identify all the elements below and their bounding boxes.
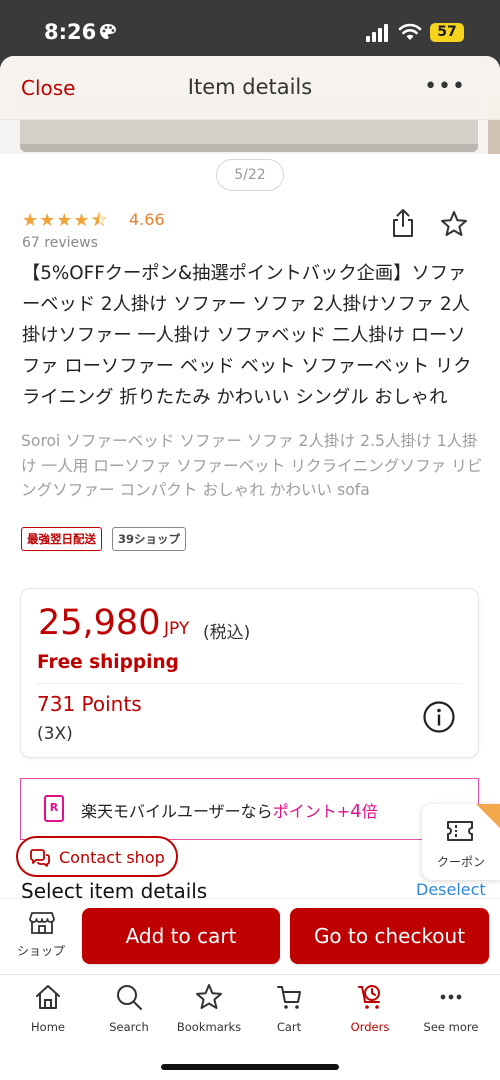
bottom-tab-bar: Home Search Bookmarks Cart Orders See mo… <box>0 974 500 1080</box>
rating-row[interactable]: ★★★★⯪ 4.66 <box>22 208 165 232</box>
status-time: 8:26 <box>44 20 97 44</box>
coupon-label: クーポン <box>436 855 485 869</box>
mobile-banner-suffix: 倍 <box>361 802 378 821</box>
price-card: 25,980 JPY (税込) Free shipping 731 Points… <box>20 588 479 758</box>
tab-orders[interactable]: Orders <box>330 983 410 1043</box>
free-shipping-label: Free shipping <box>37 652 179 673</box>
go-to-checkout-button[interactable]: Go to checkout <box>290 908 489 964</box>
rating-value: 4.66 <box>129 210 165 229</box>
shop-button[interactable]: ショップ <box>10 909 72 959</box>
mobile-banner-prefix: 楽天モバイルユーザーなら <box>81 802 273 821</box>
price-amount: 25,980 <box>38 603 161 643</box>
tab-search[interactable]: Search <box>89 983 169 1043</box>
star-icon <box>196 984 222 1009</box>
mobile-banner-highlight: ポイント+ <box>272 802 351 821</box>
review-count[interactable]: 67 reviews <box>22 235 98 251</box>
rakuten-mobile-banner[interactable]: R 楽天モバイルユーザーならポイント+4倍 <box>20 778 479 840</box>
info-icon[interactable] <box>422 700 456 734</box>
contact-shop-button[interactable]: Contact shop <box>16 836 178 877</box>
purchase-action-bar: ショップ Add to cart Go to checkout <box>0 898 500 974</box>
shop-label: ショップ <box>16 944 65 958</box>
tab-home-label: Home <box>31 1020 65 1034</box>
bookmark-star-icon[interactable] <box>440 210 468 238</box>
tab-see-more[interactable]: See more <box>411 983 491 1043</box>
product-title: 【5%OFFクーポン&抽選ポイントバック企画】ソファーベッド 2人掛け ソファー… <box>22 263 472 408</box>
home-icon <box>36 985 60 1009</box>
points-multiplier: (3X) <box>37 724 73 744</box>
cart-icon <box>277 986 301 1009</box>
mobile-banner-number: 4 <box>350 801 362 822</box>
wifi-icon <box>398 23 422 40</box>
tab-see-more-label: See more <box>423 1020 479 1034</box>
home-indicator <box>161 1064 339 1070</box>
tab-search-label: Search <box>109 1020 149 1034</box>
tab-cart[interactable]: Cart <box>249 983 329 1043</box>
palette-icon <box>100 24 116 39</box>
tab-orders-label: Orders <box>350 1020 390 1034</box>
coupon-button[interactable]: クーポン <box>422 804 500 880</box>
more-icon <box>440 994 462 1000</box>
tab-cart-label: Cart <box>276 1020 302 1034</box>
product-subtitle: Soroi ソファーベッド ソファー ソファ 2人掛け 2.5人掛け 1人掛け … <box>21 432 483 499</box>
product-image-edge <box>20 144 478 152</box>
tab-home[interactable]: Home <box>8 983 88 1043</box>
coupon-ticket-icon <box>447 821 473 841</box>
39-shop-tag: 39ショップ <box>112 527 187 551</box>
select-item-details-heading: Select item details <box>21 879 208 898</box>
more-options-button[interactable]: ••• <box>424 74 466 99</box>
chat-icon <box>30 849 50 867</box>
price-tax-label: (税込) <box>203 623 251 643</box>
rating-stars: ★★★★⯪ <box>22 210 109 231</box>
deselect-link[interactable]: Deselect <box>416 880 486 899</box>
search-icon <box>117 985 142 1010</box>
battery-indicator: 57 <box>430 23 464 42</box>
card-divider <box>37 683 462 684</box>
mobile-banner-text: 楽天モバイルユーザーならポイント+4倍 <box>81 798 378 822</box>
signal-icon <box>366 24 388 42</box>
share-icon[interactable] <box>390 208 416 238</box>
price-currency: JPY <box>164 619 190 639</box>
orders-icon <box>358 985 380 1009</box>
contact-shop-label: Contact shop <box>59 848 165 867</box>
image-pager: 5/22 <box>216 159 284 191</box>
points-value: 731 Points <box>37 692 142 716</box>
next-day-delivery-tag: 最強翌日配送 <box>21 527 102 551</box>
item-details-sheet: Close Item details ••• 5/22 ★★★★⯪ 4.66 6… <box>0 56 500 1080</box>
nav-header: Close Item details ••• <box>0 56 500 120</box>
coupon-corner-mark <box>476 804 500 828</box>
status-bar: 8:26 57 <box>0 0 500 60</box>
tab-bookmarks-label: Bookmarks <box>176 1020 242 1034</box>
add-to-cart-button[interactable]: Add to cart <box>82 908 280 964</box>
tab-bookmarks[interactable]: Bookmarks <box>169 983 249 1043</box>
shop-icon <box>29 912 55 934</box>
rakuten-mobile-logo: R <box>44 795 64 822</box>
